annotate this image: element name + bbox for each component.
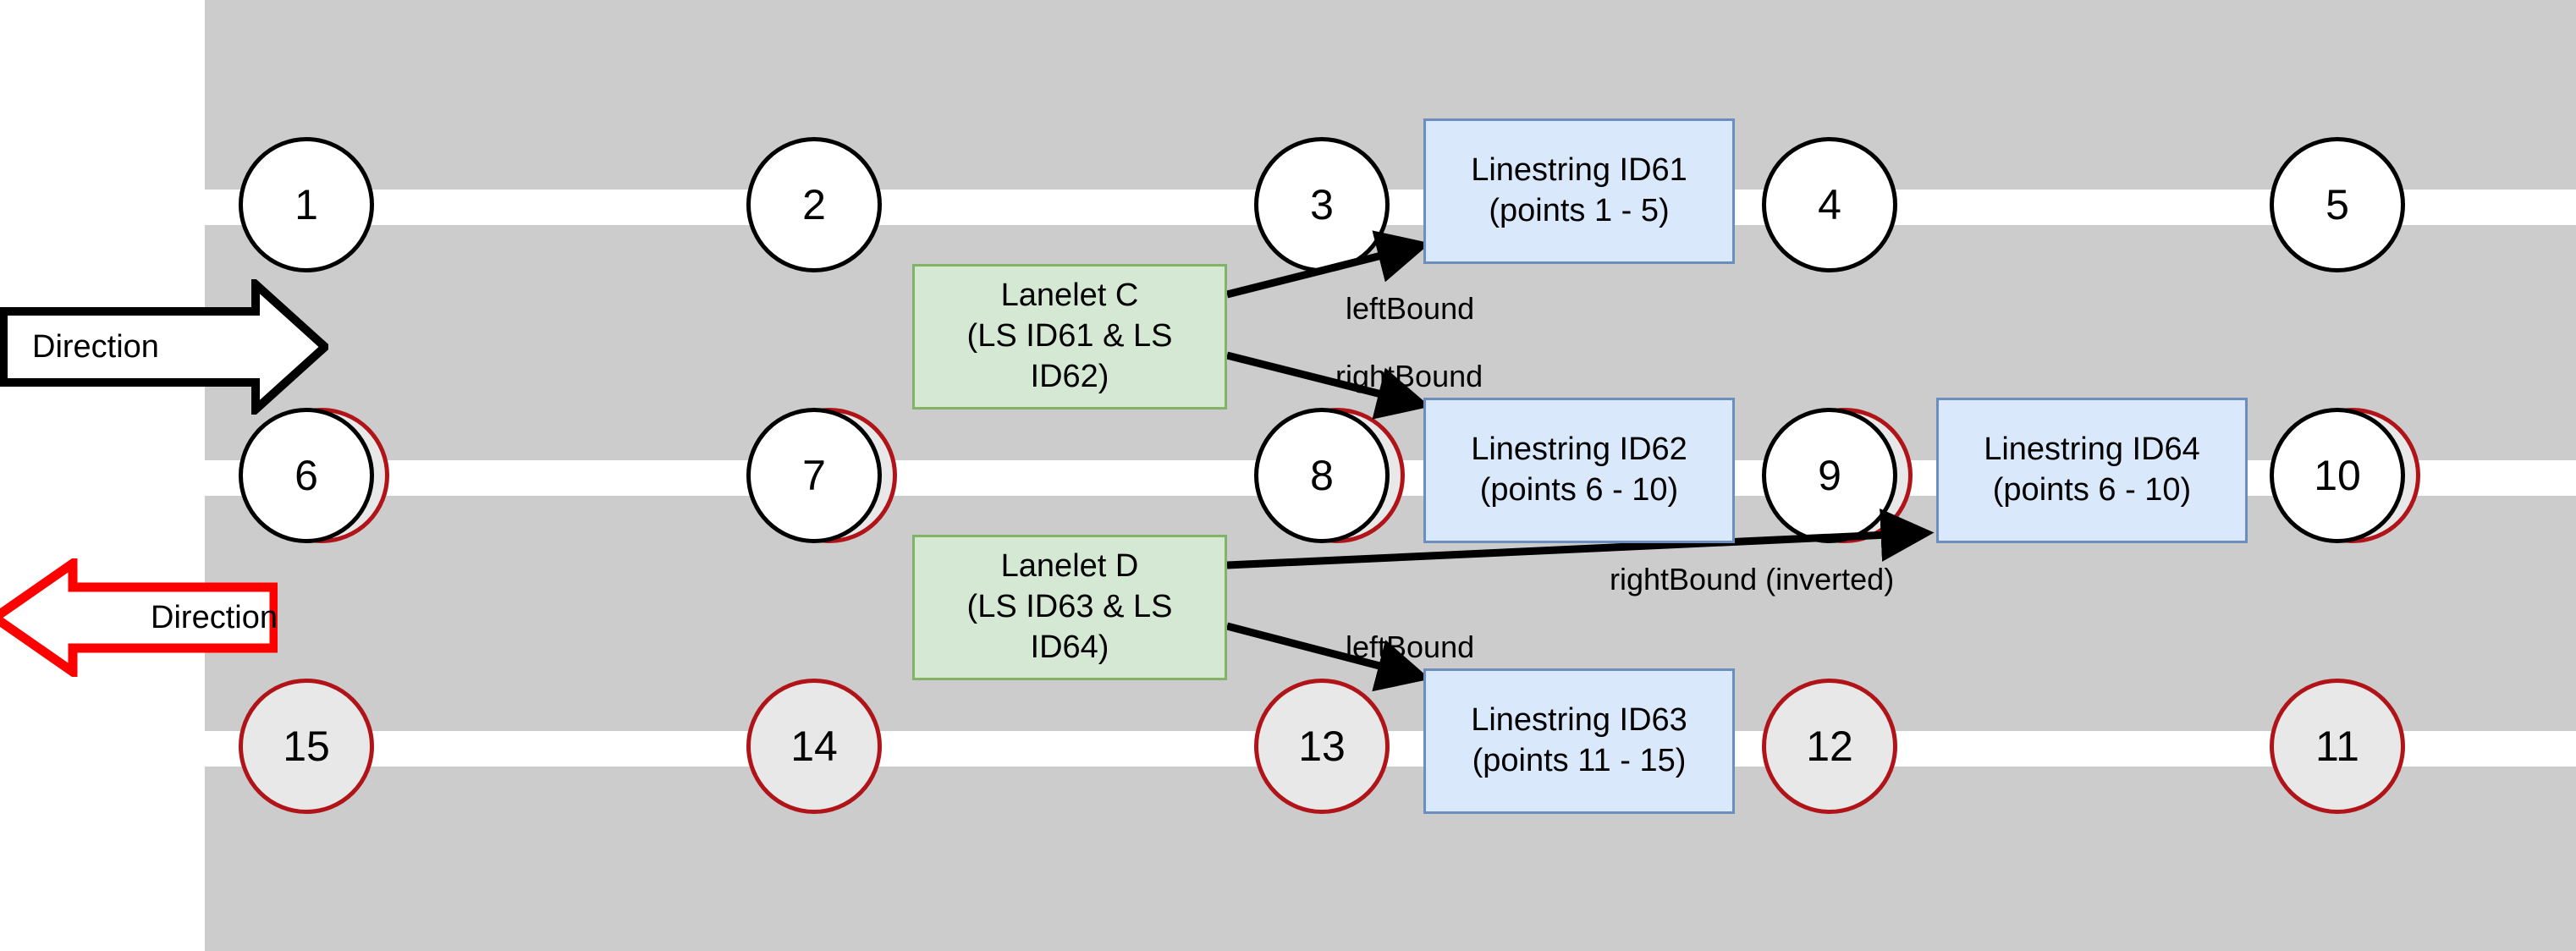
lanelet-d-title: Lanelet D xyxy=(1000,548,1139,585)
direction-arrow-forward-icon xyxy=(0,274,332,420)
edge-label-rightbound-c: rightBound xyxy=(1335,359,1483,393)
linestring-id62-title: Linestring ID62 xyxy=(1471,432,1687,468)
point-node-3[interactable]: 3 xyxy=(1254,137,1390,272)
lanelet-c-detail-line1: (LS ID61 & LS xyxy=(966,318,1173,355)
linestring-id64-range: (points 6 - 10) xyxy=(1992,472,2192,508)
lanelet-c-title: Lanelet C xyxy=(1000,278,1139,314)
lanelet-c-detail-line2: ID62) xyxy=(1030,358,1109,394)
edge-label-rightbound-inverted-d: rightBound (inverted) xyxy=(1610,562,1895,596)
lanelet-box-d[interactable]: Lanelet D (LS ID63 & LS ID64) xyxy=(912,535,1227,680)
direction-arrow-reverse-icon xyxy=(0,554,279,681)
lanelet-d-detail-line1: (LS ID63 & LS xyxy=(966,589,1173,625)
edge-label-leftbound-c: leftBound xyxy=(1346,291,1475,326)
point-node-9[interactable]: 9 xyxy=(1762,408,1897,543)
point-node-10[interactable]: 10 xyxy=(2270,408,2405,543)
edge-label-leftbound-d: leftBound xyxy=(1346,629,1475,664)
point-node-4[interactable]: 4 xyxy=(1762,137,1897,272)
linestring-box-id63[interactable]: Linestring ID63 (points 11 - 15) xyxy=(1423,668,1735,814)
point-node-7[interactable]: 7 xyxy=(746,408,882,543)
linestring-box-id64[interactable]: Linestring ID64 (points 6 - 10) xyxy=(1936,398,2248,543)
linestring-box-id62[interactable]: Linestring ID62 (points 6 - 10) xyxy=(1423,398,1735,543)
point-node-11[interactable]: 11 xyxy=(2270,679,2405,814)
point-node-8[interactable]: 8 xyxy=(1254,408,1390,543)
point-node-1[interactable]: 1 xyxy=(239,137,374,272)
linestring-id63-range: (points 11 - 15) xyxy=(1472,743,1687,778)
lanelet-d-detail-line2: ID64) xyxy=(1030,629,1109,665)
lane-marking-bottom xyxy=(205,731,2576,767)
lane-marking-top xyxy=(205,190,2576,225)
lanelet-box-c[interactable]: Lanelet C (LS ID61 & LS ID62) xyxy=(912,264,1227,410)
point-node-2[interactable]: 2 xyxy=(746,137,882,272)
direction-arrow-forward: Direction xyxy=(0,274,332,420)
linestring-id62-range: (points 6 - 10) xyxy=(1479,472,1679,508)
linestring-id61-range: (points 1 - 5) xyxy=(1489,193,1670,228)
point-node-13[interactable]: 13 xyxy=(1254,679,1390,814)
point-node-14[interactable]: 14 xyxy=(746,679,882,814)
linestring-id63-title: Linestring ID63 xyxy=(1471,702,1687,739)
direction-arrow-reverse: Direction xyxy=(0,554,279,681)
diagram-canvas: 1 2 3 4 5 6 7 8 9 10 15 14 13 12 11 Line… xyxy=(0,0,2576,951)
linestring-box-id61[interactable]: Linestring ID61 (points 1 - 5) xyxy=(1423,118,1735,264)
point-node-15[interactable]: 15 xyxy=(239,679,374,814)
linestring-id61-title: Linestring ID61 xyxy=(1471,152,1687,189)
point-node-5[interactable]: 5 xyxy=(2270,137,2405,272)
linestring-id64-title: Linestring ID64 xyxy=(1984,432,2200,468)
point-node-12[interactable]: 12 xyxy=(1762,679,1897,814)
point-node-6[interactable]: 6 xyxy=(239,408,374,543)
